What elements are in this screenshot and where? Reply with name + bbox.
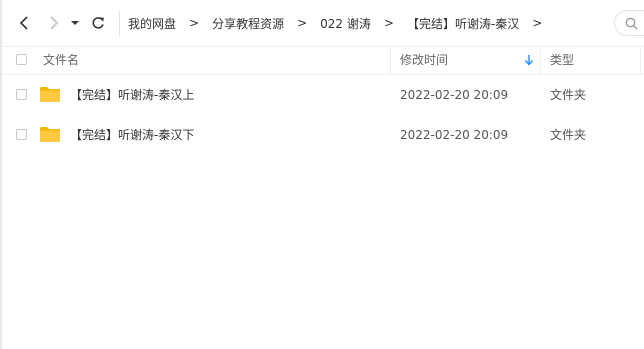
breadcrumb-separator[interactable]: > [532,16,542,30]
column-header-time[interactable]: 修改时间 [400,46,448,74]
breadcrumb-separator: > [189,16,200,30]
breadcrumb-item-author[interactable]: 022 谢涛 [320,15,371,32]
column-divider[interactable] [640,46,641,74]
forward-icon [50,16,59,30]
select-all-checkbox[interactable] [16,54,27,65]
row-checkbox[interactable] [16,129,27,140]
file-row[interactable]: 【完结】听谢涛-秦汉上 2022-02-20 20:09 文件夹 [2,75,644,115]
back-icon [19,16,28,30]
folder-icon [40,87,60,102]
file-name[interactable]: 【完结】听谢涛-秦汉下 [70,115,194,155]
file-row[interactable]: 【完结】听谢涛-秦汉下 2022-02-20 20:09 文件夹 [2,115,644,155]
file-type: 文件夹 [550,88,587,102]
file-browser-window: 我的网盘 > 分享教程资源 > 022 谢涛 > 【完结】听谢涛-秦汉 > 文件… [0,0,644,349]
column-divider[interactable] [540,46,541,74]
refresh-button[interactable] [88,13,108,33]
breadcrumb-item-current[interactable]: 【完结】听谢涛-秦汉 [407,15,519,32]
refresh-icon [92,17,104,29]
file-name[interactable]: 【完结】听谢涛-秦汉上 [70,75,194,115]
column-divider[interactable] [390,46,391,74]
breadcrumb-separator: > [297,16,308,30]
folder-icon [40,127,60,142]
breadcrumb-item-root[interactable]: 我的网盘 [128,15,176,32]
breadcrumb: 我的网盘 > 分享教程资源 > 022 谢涛 > 【完结】听谢涛-秦汉 > [128,0,555,46]
breadcrumb-item-share[interactable]: 分享教程资源 [212,15,284,32]
search-input[interactable] [614,10,644,36]
file-type: 文件夹 [550,128,587,142]
file-modified-time: 2022-02-20 20:09 [400,128,509,142]
sort-down-icon[interactable] [524,54,534,66]
column-header: 文件名 修改时间 类型 [2,46,644,75]
search-icon [625,17,638,29]
toolbar: 我的网盘 > 分享教程资源 > 022 谢涛 > 【完结】听谢涛-秦汉 > [2,0,644,47]
forward-button[interactable] [44,13,64,33]
column-header-type[interactable]: 类型 [550,46,574,74]
history-dropdown-button[interactable] [68,13,82,33]
dropdown-icon [71,21,79,25]
back-button[interactable] [14,13,34,33]
column-header-name[interactable]: 文件名 [43,46,79,74]
breadcrumb-separator: > [383,16,394,30]
toolbar-separator [119,10,120,36]
file-modified-time: 2022-02-20 20:09 [400,88,509,102]
row-checkbox[interactable] [16,89,27,100]
